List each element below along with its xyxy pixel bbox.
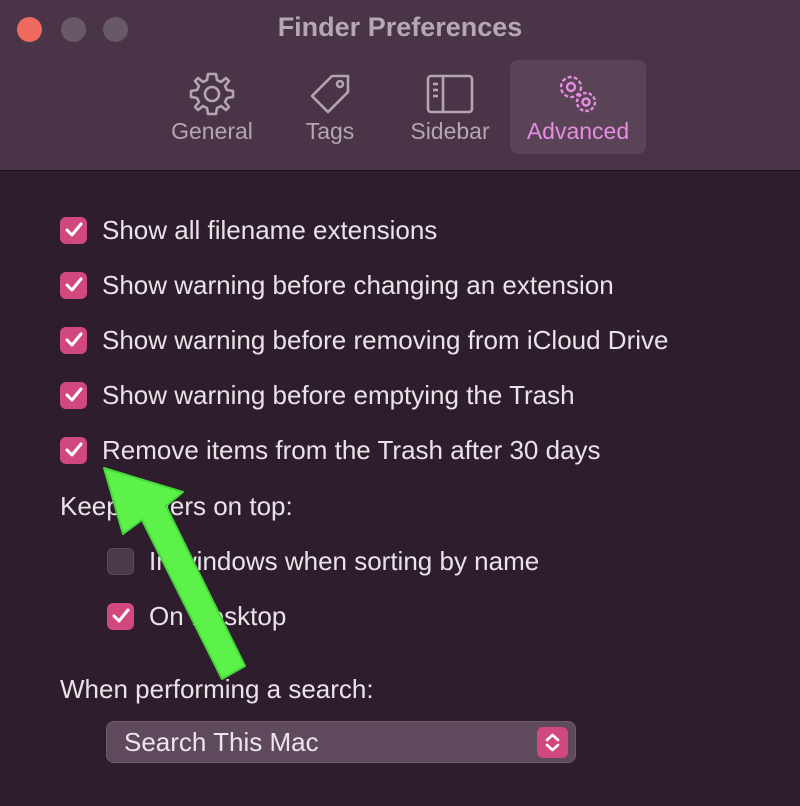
remove-trash-30-days-checkbox[interactable] (60, 436, 87, 464)
checkmark-icon (65, 387, 82, 402)
option-warn-empty-trash[interactable]: Show warning before emptying the Trash (60, 375, 575, 415)
checkmark-icon (65, 277, 82, 292)
tab-tags-label: Tags (305, 118, 355, 144)
toolbar: Finder Preferences General Tags Sidebar … (0, 0, 800, 171)
folders-top-windows-checkbox[interactable] (107, 547, 134, 575)
chevron-up-down-icon (545, 733, 560, 752)
folders-top-windows-label: In windows when sorting by name (149, 545, 540, 576)
gear-icon (189, 72, 235, 116)
checkmark-icon (65, 332, 82, 347)
option-folders-top-desktop[interactable]: On Desktop (107, 596, 286, 636)
checkmark-icon (112, 608, 129, 623)
warn-empty-trash-label: Show warning before emptying the Trash (102, 379, 575, 410)
option-show-extensions[interactable]: Show all filename extensions (60, 210, 437, 250)
option-folders-top-windows[interactable]: In windows when sorting by name (107, 541, 539, 581)
warn-empty-trash-checkbox[interactable] (60, 381, 87, 409)
checkmark-icon (65, 442, 82, 457)
option-warn-change-extension[interactable]: Show warning before changing an extensio… (60, 265, 614, 305)
show-extensions-checkbox[interactable] (60, 216, 87, 244)
gears-icon (559, 75, 597, 113)
warn-change-extension-label: Show warning before changing an extensio… (102, 269, 614, 300)
tab-sidebar-label: Sidebar (410, 118, 490, 144)
folders-top-desktop-label: On Desktop (149, 600, 287, 631)
tab-general[interactable]: General (160, 60, 264, 154)
sidebar-icon (426, 74, 474, 114)
search-scope-value: Search This Mac (124, 727, 319, 757)
popup-stepper[interactable] (537, 727, 568, 758)
tab-general-label: General (171, 118, 253, 144)
warn-icloud-remove-checkbox[interactable] (60, 326, 87, 354)
tab-sidebar[interactable]: Sidebar (400, 60, 500, 154)
checkmark-icon (65, 222, 82, 237)
tab-advanced[interactable]: Advanced (510, 60, 646, 154)
keep-folders-heading: Keep folders on top: (60, 491, 293, 521)
search-scope-heading: When performing a search: (60, 674, 374, 704)
search-scope-popup[interactable]: Search This Mac (106, 721, 576, 763)
option-remove-trash-30-days[interactable]: Remove items from the Trash after 30 day… (60, 430, 601, 470)
finder-preferences-window: Finder Preferences General Tags Sidebar … (0, 0, 800, 806)
tab-advanced-label: Advanced (526, 118, 630, 144)
warn-change-extension-checkbox[interactable] (60, 271, 87, 299)
remove-trash-30-days-label: Remove items from the Trash after 30 day… (102, 434, 601, 465)
warn-icloud-remove-label: Show warning before removing from iCloud… (102, 324, 669, 355)
window-title: Finder Preferences (277, 12, 523, 42)
tab-tags[interactable]: Tags (290, 60, 370, 154)
option-warn-icloud-remove[interactable]: Show warning before removing from iCloud… (60, 320, 668, 360)
show-extensions-label: Show all filename extensions (102, 214, 438, 245)
folders-top-desktop-checkbox[interactable] (107, 602, 134, 630)
tag-icon (310, 74, 350, 114)
